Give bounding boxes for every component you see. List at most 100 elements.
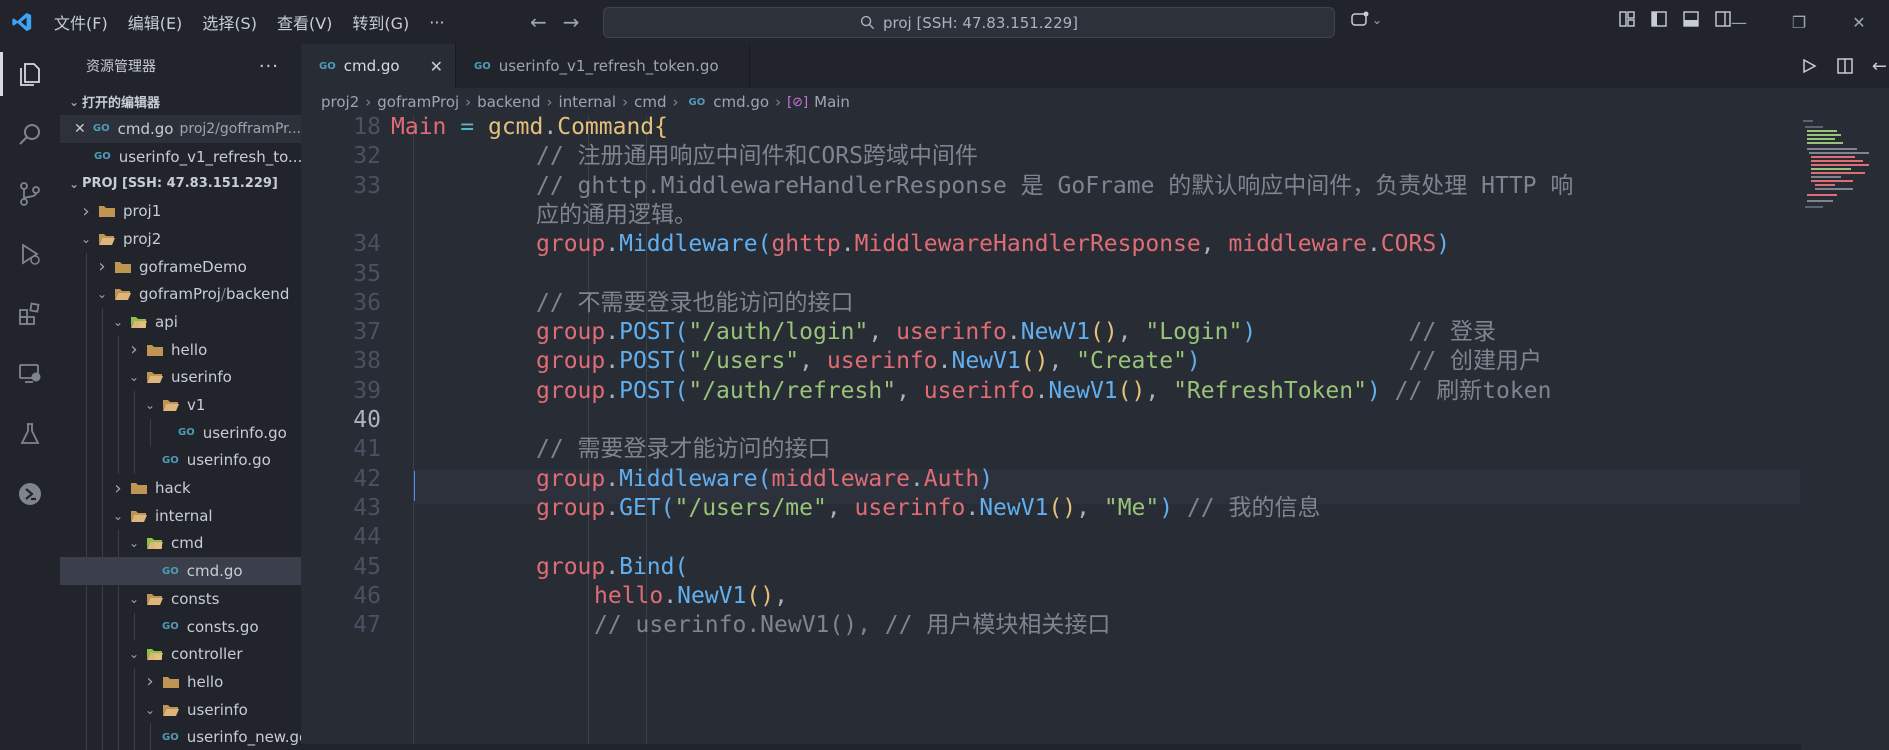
menu-more[interactable]: ··· <box>419 13 454 32</box>
testing-icon[interactable] <box>0 404 60 464</box>
close-window-icon[interactable]: ✕ <box>1829 0 1889 44</box>
extensions-icon[interactable] <box>0 284 60 344</box>
copilot-menu[interactable]: ⌄ <box>1350 10 1382 30</box>
source-control-icon[interactable] <box>0 164 60 224</box>
remote-ssh-icon[interactable] <box>0 464 60 524</box>
tree-indent-guide <box>118 446 119 475</box>
minimap[interactable] <box>1801 116 1889 750</box>
tree-folder[interactable]: › hello <box>60 668 301 696</box>
breadcrumb-item[interactable]: proj2 <box>321 93 359 111</box>
toggle-panel-icon[interactable] <box>1682 10 1700 28</box>
tree-folder[interactable]: ⌄ goframProj / backend <box>60 280 301 309</box>
tree-folder[interactable]: ⌄ userinfo <box>60 363 301 392</box>
breadcrumb-item[interactable]: cmd.go <box>713 93 769 111</box>
explorer-icon[interactable] <box>0 44 60 104</box>
menu-view[interactable]: 查看(V) <box>267 10 342 34</box>
tree-folder[interactable]: ⌄ api <box>60 308 301 336</box>
run-debug-icon[interactable] <box>0 224 60 284</box>
code-token: () <box>1089 319 1118 346</box>
close-icon[interactable]: ✕ <box>74 121 89 137</box>
tab-cmd-go[interactable]: GO cmd.go ✕ <box>301 44 456 88</box>
tree-folder[interactable]: ⌄ proj2 <box>60 225 301 253</box>
tree-folder[interactable]: › hack <box>60 474 301 502</box>
tree-item-label: userinfo_new.go <box>186 728 301 747</box>
code-editor[interactable]: 18 Main = gcmd.Command{32// 注册通用响应中间件和COR… <box>301 116 1801 750</box>
tree-folder[interactable]: ⌄ cmd <box>60 529 301 558</box>
vscode-logo-icon[interactable] <box>0 0 44 44</box>
tree-file[interactable]: GO userinfo.go <box>60 446 301 475</box>
restore-icon[interactable]: ❐ <box>1769 0 1829 44</box>
tree-folder[interactable]: › proj1 <box>60 197 301 225</box>
breadcrumb-item[interactable]: internal <box>559 93 617 111</box>
open-editor-name: userinfo_v1_refresh_to... <box>118 147 301 166</box>
explorer-title: 资源管理器 <box>86 59 156 75</box>
code-token: ( <box>674 377 689 404</box>
code-token: . <box>605 319 620 346</box>
code-token: . <box>605 553 620 580</box>
menu-selection[interactable]: 选择(S) <box>192 10 267 34</box>
tree-folder[interactable]: ⌄ internal <box>60 501 301 530</box>
run-icon[interactable] <box>1800 57 1818 75</box>
code-token: . <box>909 465 924 492</box>
tree-indent-guide <box>102 446 103 475</box>
tree-folder[interactable]: ⌄ controller <box>60 640 301 669</box>
folder-icon <box>147 593 163 605</box>
tree-item-label: cmd.go <box>186 562 243 581</box>
folder-icon <box>147 649 163 661</box>
tree-indent-guide <box>86 252 87 281</box>
tree-indent-guide <box>118 723 119 750</box>
tab-userinfo-refresh-token[interactable]: GO userinfo_v1_refresh_token.go <box>456 44 750 88</box>
code-line: 47 // userinfo.NewV1(), // 用户模块相关接口 <box>301 608 1801 643</box>
code-token: Middleware <box>619 465 758 492</box>
folder-icon <box>115 289 131 301</box>
customize-layout-icon[interactable] <box>1618 10 1636 28</box>
tree-item-label: userinfo <box>187 700 248 719</box>
minimize-icon[interactable]: — <box>1709 0 1769 44</box>
breadcrumb-item[interactable]: cmd <box>634 93 666 111</box>
tree-file[interactable]: GO cmd.go <box>60 557 301 585</box>
tree-indent-guide <box>134 446 135 475</box>
tree-folder[interactable]: ⌄ consts <box>60 585 301 613</box>
back-arrow-icon[interactable]: ← <box>1872 56 1887 77</box>
code-token: "Create" <box>1076 348 1187 375</box>
tree-indent-guide <box>102 501 103 530</box>
more-actions-icon[interactable]: ··· <box>259 56 279 77</box>
code-token: 应的通用逻辑。 <box>536 201 697 228</box>
back-arrow-icon[interactable]: ← <box>530 10 547 34</box>
code-token: gcmd <box>487 116 544 140</box>
toggle-sidebar-icon[interactable] <box>1650 10 1668 28</box>
workspace-section[interactable]: ⌄ PROJ [SSH: 47.83.151.229] <box>60 170 301 197</box>
open-editor-item[interactable]: GO userinfo_v1_refresh_to... <box>60 143 301 171</box>
tree-file[interactable]: GO userinfo.go <box>60 418 301 447</box>
code-token: . <box>663 582 678 609</box>
tree-file[interactable]: GO consts.go <box>60 612 301 641</box>
code-token: , <box>826 494 855 521</box>
tree-item-label: userinfo.go <box>186 451 271 470</box>
search-icon[interactable] <box>0 104 60 164</box>
breadcrumb-item[interactable]: goframProj <box>377 93 459 111</box>
tree-indent-guide <box>86 446 87 475</box>
command-center-search[interactable]: proj [SSH: 47.83.151.229] <box>603 7 1335 38</box>
tree-folder[interactable]: › goframeDemo <box>60 252 301 281</box>
open-editor-path: proj2/gofframPr... <box>179 120 301 137</box>
open-editor-item[interactable]: ✕ GO cmd.go proj2/gofframPr... <box>60 115 301 143</box>
tree-indent-guide <box>118 335 119 364</box>
code-token: Middleware <box>619 231 758 258</box>
split-editor-icon[interactable] <box>1836 57 1854 75</box>
breadcrumb-item[interactable]: backend <box>477 93 540 111</box>
menu-go[interactable]: 转到(G) <box>342 10 419 34</box>
code-token: userinfo <box>923 377 1035 404</box>
horizontal-scrollbar[interactable] <box>301 744 1801 750</box>
tree-indent-guide <box>134 418 135 447</box>
open-editors-section[interactable]: ⌄ 打开的编辑器 <box>60 88 301 115</box>
remote-explorer-icon[interactable] <box>0 344 60 404</box>
tree-folder[interactable]: ⌄ userinfo <box>60 695 301 724</box>
close-icon[interactable]: ✕ <box>430 57 443 76</box>
menu-file[interactable]: 文件(F) <box>44 10 118 34</box>
tree-file[interactable]: GO userinfo_new.go <box>60 723 301 750</box>
tree-folder[interactable]: › hello <box>60 335 301 364</box>
forward-arrow-icon[interactable]: → <box>563 10 580 34</box>
tree-folder[interactable]: ⌄ v1 <box>60 391 301 419</box>
menu-edit[interactable]: 编辑(E) <box>118 10 193 34</box>
breadcrumb-item[interactable]: Main <box>814 93 850 111</box>
